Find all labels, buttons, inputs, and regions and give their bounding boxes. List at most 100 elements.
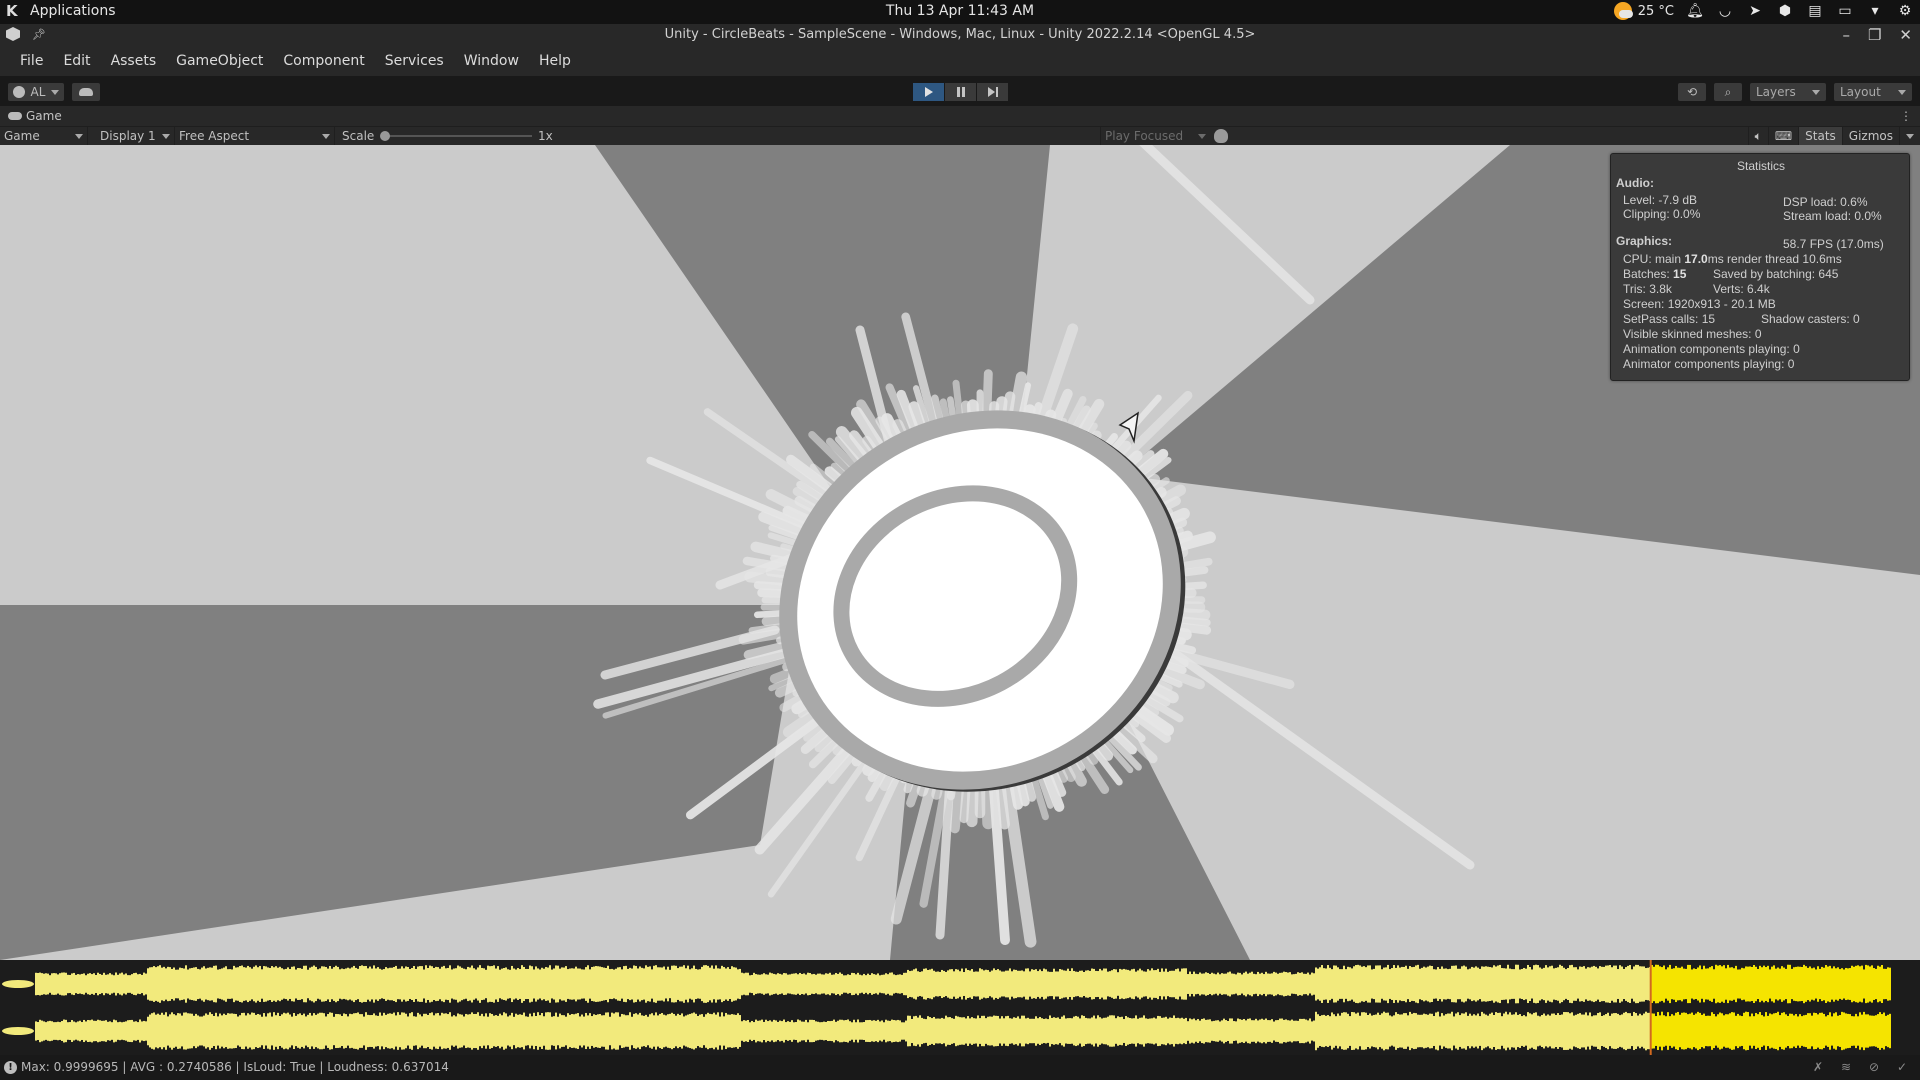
gizmos-dropdown[interactable] [1899, 127, 1920, 145]
progress-done-icon[interactable]: ✓ [1894, 1059, 1910, 1075]
waveform-sample [1205, 1019, 1207, 1043]
menu-component[interactable]: Component [273, 48, 374, 74]
view-type-dropdown[interactable]: Game [0, 127, 88, 145]
clock[interactable]: Thu 13 Apr 11:43 AM [886, 3, 1034, 19]
waveform-sample [1659, 1015, 1661, 1047]
unity-hub-icon[interactable]: ⬢ [1776, 2, 1794, 20]
mute-audio-button[interactable]: 🔈︎ [1747, 127, 1768, 145]
menu-window[interactable]: Window [454, 48, 529, 74]
layers-dropdown[interactable]: Layers [1750, 83, 1826, 101]
waveform-sample [225, 1014, 227, 1048]
waveform-sample [1447, 969, 1449, 999]
waveform-sample [1681, 966, 1683, 1002]
waveform-sample [693, 965, 695, 1003]
game-view[interactable]: Statistics Audio: Level: -7.9 dB Clippin… [0, 145, 1920, 960]
waveform-sample [43, 1021, 45, 1041]
waveform-sample [379, 1012, 381, 1050]
waveform-sample [279, 966, 281, 1002]
waveform-sample [1859, 966, 1861, 1002]
weather-icon[interactable] [1613, 2, 1633, 20]
cloud-button[interactable] [72, 83, 100, 101]
display-icon[interactable]: ▭ [1836, 2, 1854, 20]
step-button[interactable] [977, 83, 1008, 101]
account-dropdown[interactable]: AL [8, 83, 64, 101]
applications-menu[interactable]: K Applications [6, 3, 116, 19]
tris: Tris: 3.8k [1623, 282, 1672, 296]
bowl-icon[interactable]: ◡ [1716, 2, 1734, 20]
stats-toggle[interactable]: Stats [1798, 127, 1842, 145]
waveform-sample [833, 1019, 835, 1043]
waveform-sample [1557, 967, 1559, 1001]
waveform-sample [783, 1019, 785, 1043]
weather-temperature[interactable]: 25 °C [1638, 4, 1674, 19]
aspect-dropdown[interactable]: Free Aspect [175, 127, 335, 145]
waveform-sample [85, 1021, 87, 1041]
tab-game[interactable]: Game [0, 106, 1920, 126]
waveform-sample [1311, 1021, 1313, 1041]
network-off-icon[interactable]: ⊘ [1866, 1059, 1882, 1075]
notification-bell-icon[interactable]: 🔔︎ [1686, 2, 1704, 20]
waveform-sample [1217, 1020, 1219, 1042]
waveform-sample [1485, 1014, 1487, 1048]
frame-debugger-bug-icon[interactable] [1214, 129, 1228, 143]
waveform-sample [1717, 965, 1719, 1003]
waveform-sample [1157, 1015, 1159, 1047]
waveform-sample [1177, 1017, 1179, 1045]
waveform-sample [1789, 964, 1791, 1004]
close-button[interactable]: ✕ [1899, 26, 1912, 44]
scale-slider-track[interactable] [382, 135, 532, 137]
waveform-sample [1161, 968, 1163, 1000]
maximize-button[interactable]: ❐ [1868, 26, 1881, 44]
waveform-sample [1097, 1015, 1099, 1047]
waveform-sample [415, 1016, 417, 1046]
scale-slider-thumb[interactable] [380, 131, 390, 141]
waveform-sample [1191, 1019, 1193, 1043]
gizmos-toggle[interactable]: Gizmos [1841, 127, 1899, 145]
waveform-sample [1469, 968, 1471, 1000]
shortcuts-button[interactable]: ⌨ [1767, 127, 1798, 145]
waveform-sample [941, 1017, 943, 1045]
tray-expand-icon[interactable]: ▾ [1866, 2, 1884, 20]
waveform-sample [1503, 1013, 1505, 1049]
cache-server-icon[interactable]: ≋ [1838, 1059, 1854, 1075]
panel-menu-kebab-icon[interactable]: ⋮ [1900, 109, 1912, 123]
waveform-sample [1623, 1012, 1625, 1050]
menu-assets[interactable]: Assets [101, 48, 167, 74]
waveform-sample [123, 1021, 125, 1041]
console-last-message[interactable]: ! Max: 0.9999695 | AVG : 0.2740586 | IsL… [4, 1060, 449, 1074]
audio-waveform-panel[interactable] [0, 960, 1920, 1055]
menu-gameobject[interactable]: GameObject [166, 48, 273, 74]
menu-edit[interactable]: Edit [53, 48, 100, 74]
play-button[interactable] [913, 83, 944, 101]
waveform-sample [749, 975, 751, 993]
waveform-sample [1269, 973, 1271, 995]
waveform-sample [1017, 970, 1019, 998]
waveform-sample [563, 967, 565, 1001]
pause-button[interactable] [945, 83, 976, 101]
waveform-sample [1443, 1015, 1445, 1047]
waveform-sample [433, 1015, 435, 1047]
waveform-sample [1869, 1015, 1871, 1047]
send-icon[interactable]: ➤ [1746, 2, 1764, 20]
play-mode-dropdown[interactable]: Play Focused [1100, 127, 1210, 145]
debug-off-icon[interactable]: ✗ [1810, 1059, 1826, 1075]
waveform-sample [1355, 965, 1357, 1003]
display-dropdown[interactable]: Display 1 [95, 127, 175, 145]
menu-file[interactable]: File [10, 48, 53, 74]
minimize-button[interactable]: – [1842, 26, 1850, 44]
waveform-sample [869, 1019, 871, 1043]
waveform-sample [797, 1019, 799, 1043]
clipboard-icon[interactable]: ▤ [1806, 2, 1824, 20]
waveform-sample [565, 966, 567, 1002]
menu-services[interactable]: Services [375, 48, 454, 74]
spectrum-bar [646, 456, 811, 531]
layout-dropdown[interactable]: Layout [1834, 83, 1912, 101]
waveform-sample [191, 1013, 193, 1049]
undo-history-button[interactable]: ⟲ [1678, 83, 1706, 101]
menu-help[interactable]: Help [529, 48, 581, 74]
waveform-sample [1677, 1011, 1679, 1051]
search-button[interactable]: ⌕ [1714, 83, 1742, 101]
waveform-sample [1867, 965, 1869, 1003]
settings-gear-icon[interactable]: ⚙ [1896, 2, 1914, 20]
waveform-sample [87, 973, 89, 995]
